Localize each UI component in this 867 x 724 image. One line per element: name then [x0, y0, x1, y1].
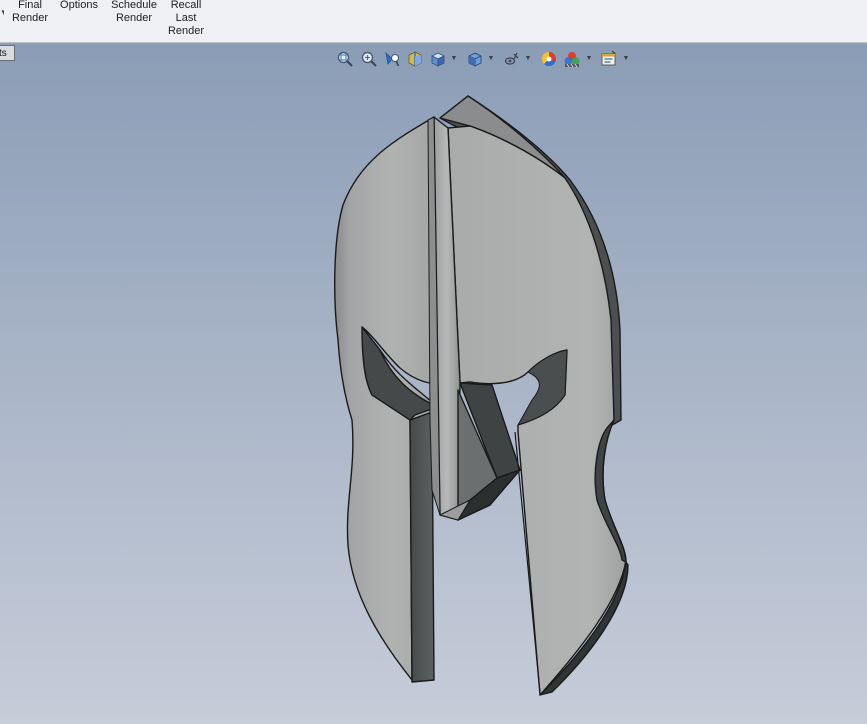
final-render-label-line-2: Render — [11, 12, 49, 24]
options-button[interactable]: Options — [56, 0, 102, 12]
schedule-render-button[interactable]: Schedule Render — [107, 0, 161, 25]
final-render-button[interactable]: Final Render — [10, 0, 50, 25]
ribbon-overflow-arrow-icon[interactable]: ▼ — [0, 10, 4, 16]
recall-last-render-button[interactable]: Recall Last Render — [164, 0, 208, 38]
final-render-label-line-1: Final — [18, 0, 42, 11]
options-label: Options — [60, 0, 98, 11]
schedule-render-label-line-2: Render — [115, 12, 153, 24]
solidworks-window: ▼ Final Render Options Schedule Render R… — [0, 0, 867, 724]
render-tools-ribbon: ▼ Final Render Options Schedule Render R… — [0, 0, 867, 43]
helmet-model[interactable] — [0, 44, 867, 724]
helmet-geometry — [334, 95, 629, 696]
graphics-area[interactable]: ts — [0, 44, 867, 724]
recall-last-render-label-line-2: Last — [175, 12, 197, 24]
recall-last-render-label-line-3: Render — [167, 25, 205, 37]
schedule-render-label-line-1: Schedule — [111, 0, 157, 11]
recall-last-render-label-line-1: Recall — [170, 0, 202, 11]
